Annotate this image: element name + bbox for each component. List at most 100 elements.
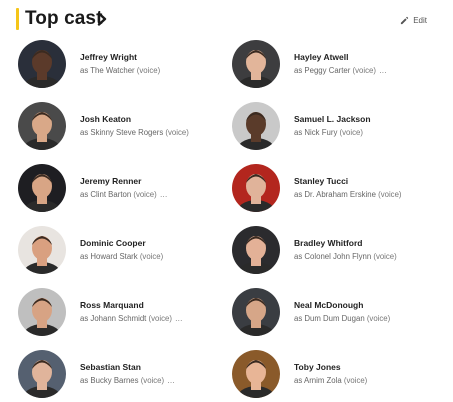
avatar[interactable]: [232, 164, 280, 212]
section-title[interactable]: Top cast: [25, 7, 103, 31]
character-name[interactable]: Colonel John Flynn: [304, 252, 371, 261]
avatar[interactable]: [18, 288, 66, 336]
avatar[interactable]: [232, 288, 280, 336]
role-prefix: as: [80, 190, 89, 199]
actor-name[interactable]: Toby Jones: [294, 361, 367, 373]
character-role: as Dum Dum Dugan (voice): [294, 313, 390, 325]
character-role: as Dr. Abraham Erskine (voice): [294, 189, 402, 201]
actor-name[interactable]: Bradley Whitford: [294, 237, 397, 249]
more-roles-indicator[interactable]: …: [175, 314, 184, 323]
character-role: as Howard Stark (voice): [80, 251, 163, 263]
avatar[interactable]: [232, 40, 280, 88]
actor-name[interactable]: Ross Marquand: [80, 299, 184, 311]
section-header: Top cast Edit: [16, 7, 437, 31]
character-role: as Clint Barton (voice)…: [80, 189, 169, 201]
character-name[interactable]: Clint Barton: [90, 190, 131, 199]
character-role: as Bucky Barnes (voice)…: [80, 375, 176, 387]
edit-button[interactable]: Edit: [400, 12, 427, 28]
character-name[interactable]: Bucky Barnes: [90, 376, 138, 385]
role-prefix: as: [294, 128, 303, 137]
avatar[interactable]: [232, 102, 280, 150]
role-prefix: as: [80, 128, 89, 137]
avatar[interactable]: [232, 350, 280, 398]
role-prefix: as: [294, 252, 303, 261]
role-note: (voice): [140, 376, 165, 385]
cast-info: Bradley Whitford as Colonel John Flynn (v…: [294, 237, 397, 263]
actor-name[interactable]: Dominic Cooper: [80, 237, 163, 249]
character-role: as Nick Fury (voice): [294, 127, 371, 139]
role-prefix: as: [80, 252, 89, 261]
more-roles-indicator[interactable]: …: [167, 376, 176, 385]
character-name[interactable]: Dum Dum Dugan: [304, 314, 364, 323]
cast-info: Dominic Cooper as Howard Stark (voice): [80, 237, 163, 263]
character-role: as Arnim Zola (voice): [294, 375, 367, 387]
actor-name[interactable]: Samuel L. Jackson: [294, 113, 371, 125]
role-note: (voice): [378, 190, 402, 199]
role-prefix: as: [294, 376, 303, 385]
cast-info: Stanley Tucci as Dr. Abraham Erskine (voi…: [294, 175, 402, 201]
character-name[interactable]: Peggy Carter: [304, 66, 350, 75]
character-role: as Skinny Steve Rogers (voice): [80, 127, 189, 139]
avatar[interactable]: [18, 40, 66, 88]
actor-name[interactable]: Jeffrey Wright: [80, 51, 160, 63]
avatar[interactable]: [18, 164, 66, 212]
character-name[interactable]: Howard Stark: [90, 252, 137, 261]
character-name[interactable]: Skinny Steve Rogers: [90, 128, 163, 137]
character-name[interactable]: The Watcher: [90, 66, 134, 75]
cast-item[interactable]: Jeremy Renner as Clint Barton (voice)…: [18, 162, 218, 214]
cast-item[interactable]: Toby Jones as Arnim Zola (voice): [232, 348, 432, 400]
cast-info: Jeremy Renner as Clint Barton (voice)…: [80, 175, 169, 201]
cast-item[interactable]: Ross Marquand as Johann Schmidt (voice)…: [18, 286, 218, 338]
cast-item[interactable]: Josh Keaton as Skinny Steve Rogers (voice…: [18, 100, 218, 152]
avatar[interactable]: [18, 226, 66, 274]
character-role: as Colonel John Flynn (voice): [294, 251, 397, 263]
role-note: (voice): [139, 252, 164, 261]
character-role: as Johann Schmidt (voice)…: [80, 313, 184, 325]
cast-item[interactable]: Dominic Cooper as Howard Stark (voice): [18, 224, 218, 276]
actor-name[interactable]: Josh Keaton: [80, 113, 189, 125]
role-prefix: as: [80, 376, 89, 385]
avatar[interactable]: [232, 226, 280, 274]
actor-name[interactable]: Jeremy Renner: [80, 175, 169, 187]
actor-name[interactable]: Hayley Atwell: [294, 51, 388, 63]
cast-item[interactable]: Jeffrey Wright as The Watcher (voice): [18, 38, 218, 90]
role-note: (voice): [343, 376, 368, 385]
cast-item[interactable]: Stanley Tucci as Dr. Abraham Erskine (voi…: [232, 162, 432, 214]
pencil-icon: [401, 16, 409, 24]
character-name[interactable]: Johann Schmidt: [90, 314, 146, 323]
cast-item[interactable]: Samuel L. Jackson as Nick Fury (voice): [232, 100, 432, 152]
role-note: (voice): [366, 314, 391, 323]
role-prefix: as: [80, 314, 89, 323]
actor-name[interactable]: Stanley Tucci: [294, 175, 402, 187]
role-prefix: as: [80, 66, 89, 75]
role-prefix: as: [294, 66, 303, 75]
cast-info: Samuel L. Jackson as Nick Fury (voice): [294, 113, 371, 139]
role-prefix: as: [294, 314, 303, 323]
role-note: (voice): [352, 66, 376, 75]
actor-name[interactable]: Neal McDonough: [294, 299, 390, 311]
chevron-right-icon[interactable]: [95, 12, 109, 26]
role-note: (voice): [373, 252, 397, 261]
character-name[interactable]: Nick Fury: [304, 128, 337, 137]
cast-item[interactable]: Sebastian Stan as Bucky Barnes (voice)…: [18, 348, 218, 400]
character-name[interactable]: Dr. Abraham Erskine: [304, 190, 376, 199]
avatar[interactable]: [18, 102, 66, 150]
cast-item[interactable]: Bradley Whitford as Colonel John Flynn (v…: [232, 224, 432, 276]
more-roles-indicator[interactable]: …: [379, 66, 388, 75]
role-note: (voice): [165, 128, 189, 137]
cast-item[interactable]: Neal McDonough as Dum Dum Dugan (voice): [232, 286, 432, 338]
cast-info: Neal McDonough as Dum Dum Dugan (voice): [294, 299, 390, 325]
cast-item[interactable]: Hayley Atwell as Peggy Carter (voice)…: [232, 38, 432, 90]
more-roles-indicator[interactable]: …: [160, 190, 169, 199]
role-note: (voice): [136, 66, 161, 75]
role-prefix: as: [294, 190, 303, 199]
actor-name[interactable]: Sebastian Stan: [80, 361, 176, 373]
character-name[interactable]: Arnim Zola: [304, 376, 342, 385]
character-role: as The Watcher (voice): [80, 65, 160, 77]
cast-info: Josh Keaton as Skinny Steve Rogers (voice…: [80, 113, 189, 139]
avatar[interactable]: [18, 350, 66, 398]
role-note: (voice): [339, 128, 363, 137]
cast-info: Toby Jones as Arnim Zola (voice): [294, 361, 367, 387]
cast-info: Sebastian Stan as Bucky Barnes (voice)…: [80, 361, 176, 387]
cast-info: Hayley Atwell as Peggy Carter (voice)…: [294, 51, 388, 77]
